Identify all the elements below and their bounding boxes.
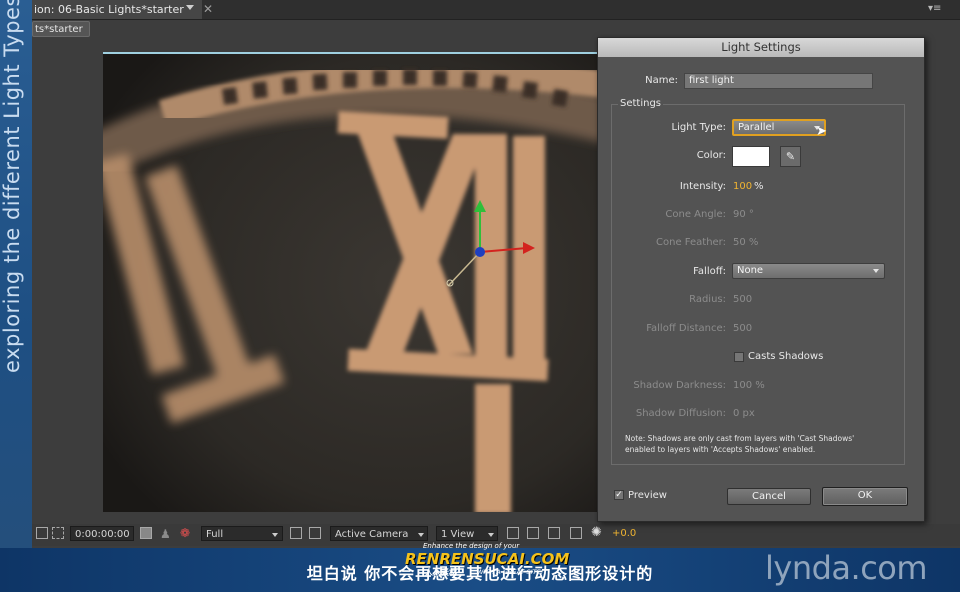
timeline-icon[interactable]	[570, 527, 582, 539]
color-label: Color:	[696, 150, 726, 161]
shadow-diffusion-value: 0 px	[733, 408, 755, 419]
casts-shadows-label[interactable]: Casts Shadows	[748, 351, 823, 362]
exposure-icon[interactable]: ✺	[591, 525, 602, 540]
settings-group-title: Settings	[618, 98, 664, 109]
transparency-grid-icon[interactable]	[309, 527, 321, 539]
note-line: Note: Shadows are only cast from layers …	[625, 434, 855, 443]
chevron-down-icon[interactable]	[873, 269, 879, 273]
mouse-cursor-icon: ➤	[816, 124, 827, 139]
toggle-mask-icon[interactable]	[527, 527, 539, 539]
cone-feather-label: Cone Feather:	[656, 237, 726, 248]
radius-label: Radius:	[689, 294, 726, 305]
watermark-line: 人人素材	[425, 568, 457, 577]
chevron-down-icon[interactable]	[186, 5, 194, 10]
breadcrumb[interactable]: ts*starter	[32, 21, 90, 37]
color-swatch[interactable]	[732, 146, 770, 167]
watermark-line: Enhance the design of your	[423, 542, 520, 550]
camera-view-select[interactable]: Active Camera	[330, 526, 428, 541]
shadow-darkness-label: Shadow Darkness:	[633, 380, 726, 391]
exposure-value[interactable]: +0.0	[612, 528, 636, 539]
resolution-select[interactable]: Full	[201, 526, 283, 541]
falloff-select[interactable]: None	[732, 263, 885, 279]
close-icon[interactable]: ✕	[203, 2, 213, 16]
fast-preview-icon[interactable]	[290, 527, 302, 539]
panel-menu-icon[interactable]: ▾≡	[928, 3, 941, 14]
clock-face-render	[103, 54, 600, 512]
chevron-down-icon[interactable]	[488, 533, 494, 537]
flowchart-icon[interactable]	[548, 527, 560, 539]
light-type-select[interactable]: Parallel	[732, 119, 826, 136]
lynda-logo: lynda.com	[765, 549, 928, 587]
radius-value: 500	[733, 294, 753, 305]
timecode-field[interactable]: 0:00:00:00	[70, 526, 134, 541]
preview-label[interactable]: Preview	[628, 490, 667, 501]
watermark-brand: RENRENSUCAI.COM	[405, 550, 570, 568]
name-input[interactable]: first light	[684, 73, 873, 89]
cone-angle-value: 90 °	[733, 209, 754, 220]
pixel-aspect-icon[interactable]	[507, 527, 519, 539]
intensity-unit: %	[754, 181, 764, 192]
color-channels-icon[interactable]: ❁	[180, 526, 190, 540]
falloff-distance-label: Falloff Distance:	[646, 323, 726, 334]
watermark-logo: Enhance the design of your RENRENSUCAI.C…	[405, 541, 569, 581]
eyedropper-icon[interactable]: ✎	[780, 146, 801, 167]
camera-snapshot-icon[interactable]	[140, 527, 152, 539]
composition-viewer[interactable]	[103, 52, 600, 512]
casts-shadows-checkbox[interactable]	[734, 352, 744, 362]
grid-icon[interactable]	[36, 527, 48, 539]
chevron-down-icon[interactable]	[418, 533, 424, 537]
falloff-distance-value: 500	[733, 323, 753, 334]
ok-button[interactable]: OK	[822, 487, 908, 506]
composition-tab[interactable]: ion: 06-Basic Lights*starter	[32, 0, 202, 19]
chevron-down-icon[interactable]	[272, 533, 278, 537]
side-caption: exploring the different Light Types	[0, 0, 24, 373]
light-type-label: Light Type:	[671, 122, 726, 133]
intensity-value[interactable]: 100	[733, 181, 752, 192]
cone-angle-label: Cone Angle:	[665, 209, 726, 220]
shadow-diffusion-label: Shadow Diffusion:	[635, 408, 726, 419]
intensity-label: Intensity:	[679, 181, 726, 192]
shadow-darkness-value: 100 %	[733, 380, 765, 391]
shadow-note: Note: Shadows are only cast from layers …	[625, 433, 895, 455]
note-line: enabled to layers with 'Accepts Shadows'…	[625, 445, 816, 454]
show-snapshot-icon[interactable]: ♟	[160, 527, 171, 541]
preview-checkbox[interactable]: ✓	[614, 490, 624, 500]
cone-feather-value: 50 %	[733, 237, 759, 248]
falloff-label: Falloff:	[693, 266, 726, 277]
cancel-button[interactable]: Cancel	[727, 488, 811, 505]
dialog-title[interactable]: Light Settings	[598, 38, 924, 57]
name-label: Name:	[645, 75, 678, 86]
watermark-line: WITH A GREAT SITE!	[477, 568, 544, 576]
region-icon[interactable]	[52, 527, 64, 539]
